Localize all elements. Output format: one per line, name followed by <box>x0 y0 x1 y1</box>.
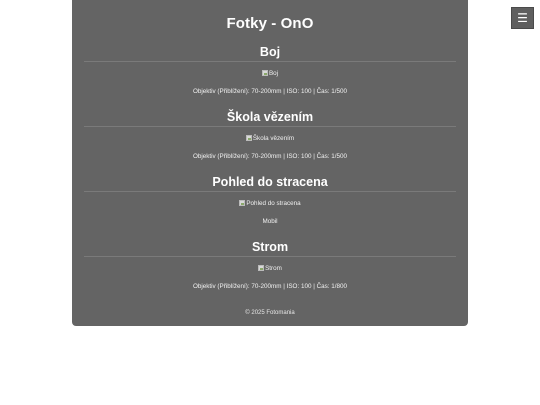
section-divider <box>84 61 456 62</box>
hamburger-menu-icon: ☰ <box>517 11 528 25</box>
section-heading: Pohled do stracena <box>212 175 328 189</box>
section-divider <box>84 126 456 127</box>
site-title: Fotky - OnO <box>226 15 314 32</box>
photo-section-skola: Škola vězením Škola vězením Objektiv (Př… <box>84 109 456 162</box>
footer-copyright: © 2025 Fotomania <box>245 310 295 316</box>
broken-image-icon <box>239 200 246 206</box>
photo-meta: Objektiv (Přiblížení): 70-200mm | ISO: 1… <box>192 153 348 160</box>
photo-meta: Objektiv (Přiblížení): 70-200mm | ISO: 1… <box>192 283 348 290</box>
section-heading: Škola vězením <box>226 110 314 124</box>
page: Fotky - OnO Boj Boj Objektiv (Přiblížení… <box>0 0 540 405</box>
photo-image[interactable]: Pohled do stracena <box>84 198 456 208</box>
photo-alt-text: Strom <box>265 264 282 272</box>
broken-image-icon <box>245 135 252 141</box>
section-heading: Strom <box>251 240 289 254</box>
photo-meta: Objektiv (Přiblížení): 70-200mm | ISO: 1… <box>192 88 348 95</box>
broken-image-icon <box>258 265 265 271</box>
photo-image[interactable]: Boj <box>84 68 456 78</box>
photo-section-boj: Boj Boj Objektiv (Přiblížení): 70-200mm … <box>84 44 456 97</box>
photo-alt-text: Boj <box>268 69 279 77</box>
photo-meta: Mobil <box>262 218 278 225</box>
gallery-panel: Fotky - OnO Boj Boj Objektiv (Přiblížení… <box>72 0 468 326</box>
section-divider <box>84 256 456 257</box>
broken-image-icon <box>261 70 268 76</box>
hamburger-menu-button[interactable]: ☰ <box>511 7 534 29</box>
section-divider <box>84 191 456 192</box>
photo-alt-text: Pohled do stracena <box>246 199 301 207</box>
section-heading: Boj <box>259 45 281 59</box>
photo-section-pohled: Pohled do stracena Pohled do stracena Mo… <box>84 174 456 227</box>
photo-section-strom: Strom Strom Objektiv (Přiblížení): 70-20… <box>84 239 456 292</box>
photo-image[interactable]: Škola vězením <box>84 133 456 143</box>
photo-alt-text: Škola vězením <box>252 134 295 142</box>
photo-image[interactable]: Strom <box>84 263 456 273</box>
